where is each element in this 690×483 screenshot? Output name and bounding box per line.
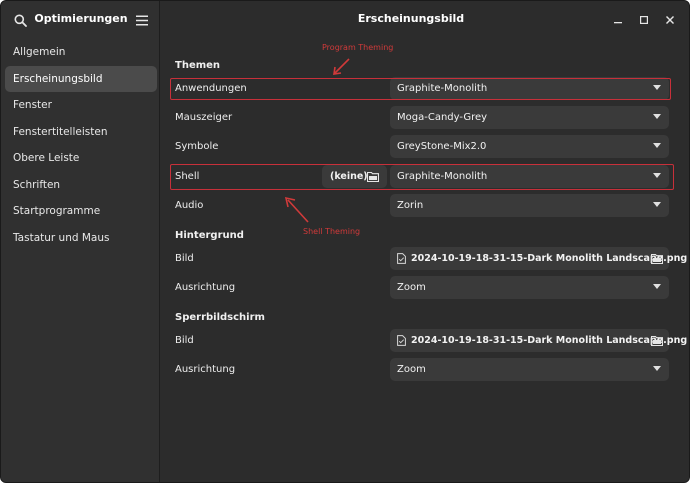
hamburger-menu-icon[interactable] (130, 8, 154, 32)
sidebar-item-erscheinungsbild[interactable]: Erscheinungsbild (5, 65, 157, 92)
shell-theming-arrow (284, 196, 309, 223)
tweaks-window: Optimierungen Allgemein Erscheinungsbild… (0, 0, 690, 483)
annotation-arrows (284, 58, 350, 223)
sidebar-item-tastatur-und-maus[interactable]: Tastatur und Maus (5, 225, 157, 252)
search-icon[interactable] (8, 8, 32, 32)
program-theming-arrow (333, 58, 350, 75)
sidebar-title: Optimierungen (34, 12, 128, 25)
sidebar-item-schriften[interactable]: Schriften (5, 172, 157, 199)
sidebar: Optimierungen Allgemein Erscheinungsbild… (1, 1, 160, 482)
sidebar-item-startprogramme[interactable]: Startprogramme (5, 198, 157, 225)
main-panel: Erscheinungsbild Themen Anwendungen Grap… (161, 1, 689, 482)
sidebar-header: Optimierungen (1, 1, 160, 38)
sidebar-item-allgemein[interactable]: Allgemein (5, 39, 157, 66)
sidebar-list: Allgemein Erscheinungsbild Fenster Fenst… (5, 39, 157, 251)
sidebar-item-fenstertitelleisten[interactable]: Fenstertitelleisten (5, 119, 157, 146)
sidebar-item-obere-leiste[interactable]: Obere Leiste (5, 145, 157, 172)
sidebar-item-fenster[interactable]: Fenster (5, 92, 157, 119)
